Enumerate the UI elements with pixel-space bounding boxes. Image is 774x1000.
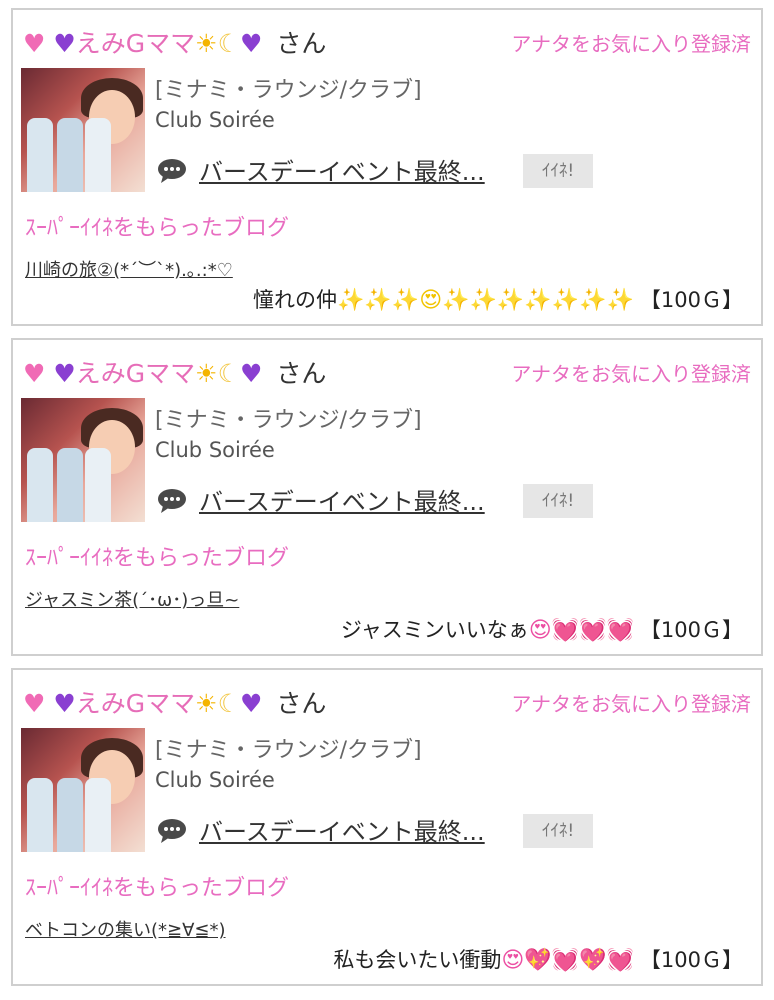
price-tag: 【100Ｇ】 <box>639 288 743 312</box>
iine-button[interactable]: ｲｲﾈ! <box>523 814 593 848</box>
price-tag: 【100Ｇ】 <box>639 948 743 972</box>
pink-heart-icon: ♥ <box>23 359 46 388</box>
speech-bubble-icon <box>158 819 186 843</box>
purple-heart-icon: ♥ <box>53 359 76 388</box>
card-header: ♥ ♥えみGママ☀☾♥ さん アナタをお気に入り登録済 <box>23 350 751 390</box>
user-nickname[interactable]: ♥ ♥えみGママ☀☾♥ さん <box>23 354 326 390</box>
honorific: さん <box>276 29 327 58</box>
comment-text: ジャスミンいいなぁ <box>340 618 529 642</box>
comment-emojis: 😍💖💓💖💓 <box>501 948 634 973</box>
comment-text: 私も会いたい衝動 <box>333 948 502 972</box>
club-name[interactable]: Club Soirée <box>155 108 275 132</box>
profile-photo[interactable] <box>21 398 145 522</box>
crescent-moon-icon: ☾ <box>217 359 241 388</box>
purple-heart-icon: ♥ <box>240 29 263 58</box>
notification-card: ♥ ♥えみGママ☀☾♥ さん アナタをお気に入り登録済 [ミナミ・ラウンジ/クラ… <box>11 8 763 326</box>
crescent-moon-icon: ☾ <box>217 29 241 58</box>
super-iine-label: ｽｰﾊﾟｰｲｲﾈをもらったブログ <box>25 876 290 901</box>
speech-bubble-icon <box>158 489 186 513</box>
crescent-moon-icon: ☾ <box>217 689 241 718</box>
event-link[interactable]: バースデーイベント最終... <box>199 152 485 187</box>
honorific: さん <box>276 689 327 718</box>
comment: 私も会いたい衝動😍💖💓💖💓 【100Ｇ】 <box>333 944 743 974</box>
honorific: さん <box>276 359 327 388</box>
shop-category: [ミナミ・ラウンジ/クラブ] <box>155 408 422 433</box>
iine-button[interactable]: ｲｲﾈ! <box>523 484 593 518</box>
sun-icon: ☀ <box>195 359 218 388</box>
nickname-text: えみGママ <box>75 689 196 718</box>
comment: 憧れの仲✨✨✨😍✨✨✨✨✨✨✨ 【100Ｇ】 <box>253 284 743 314</box>
notification-card: ♥ ♥えみGママ☀☾♥ さん アナタをお気に入り登録済 [ミナミ・ラウンジ/クラ… <box>11 338 763 656</box>
user-nickname[interactable]: ♥ ♥えみGママ☀☾♥ さん <box>23 684 326 720</box>
card-header: ♥ ♥えみGママ☀☾♥ さん アナタをお気に入り登録済 <box>23 20 751 60</box>
nickname-text: えみGママ <box>75 29 196 58</box>
notification-card: ♥ ♥えみGママ☀☾♥ さん アナタをお気に入り登録済 [ミナミ・ラウンジ/クラ… <box>11 668 763 986</box>
purple-heart-icon: ♥ <box>53 29 76 58</box>
blog-title-link[interactable]: 川崎の旅②(*´︶`*).｡.:*♡ <box>25 256 233 282</box>
profile-photo[interactable] <box>21 68 145 192</box>
comment: ジャスミンいいなぁ😍💓💓💓 【100Ｇ】 <box>341 614 743 644</box>
profile-photo[interactable] <box>21 728 145 852</box>
purple-heart-icon: ♥ <box>240 359 263 388</box>
favorite-status: アナタをお気に入り登録済 <box>511 362 751 386</box>
sun-icon: ☀ <box>195 689 218 718</box>
purple-heart-icon: ♥ <box>53 689 76 718</box>
purple-heart-icon: ♥ <box>240 689 263 718</box>
event-link[interactable]: バースデーイベント最終... <box>199 812 485 847</box>
nickname-text: えみGママ <box>75 359 196 388</box>
comment-emojis: ✨✨✨😍✨✨✨✨✨✨✨ <box>337 288 634 313</box>
iine-button[interactable]: ｲｲﾈ! <box>523 154 593 188</box>
speech-bubble-icon <box>158 159 186 183</box>
favorite-status: アナタをお気に入り登録済 <box>511 32 751 56</box>
comment-emojis: 😍💓💓💓 <box>528 618 634 643</box>
pink-heart-icon: ♥ <box>23 689 46 718</box>
club-name[interactable]: Club Soirée <box>155 768 275 792</box>
blog-title-link[interactable]: ベトコンの集い(*≧∀≦*) <box>25 916 226 942</box>
shop-category: [ミナミ・ラウンジ/クラブ] <box>155 78 422 103</box>
favorite-status: アナタをお気に入り登録済 <box>511 692 751 716</box>
pink-heart-icon: ♥ <box>23 29 46 58</box>
blog-title-link[interactable]: ジャスミン茶(´･ω･)っ旦~ <box>25 586 239 612</box>
price-tag: 【100Ｇ】 <box>639 618 743 642</box>
card-header: ♥ ♥えみGママ☀☾♥ さん アナタをお気に入り登録済 <box>23 680 751 720</box>
super-iine-label: ｽｰﾊﾟｰｲｲﾈをもらったブログ <box>25 546 290 571</box>
user-nickname[interactable]: ♥ ♥えみGママ☀☾♥ さん <box>23 24 326 60</box>
sun-icon: ☀ <box>195 29 218 58</box>
club-name[interactable]: Club Soirée <box>155 438 275 462</box>
event-link[interactable]: バースデーイベント最終... <box>199 482 485 517</box>
shop-category: [ミナミ・ラウンジ/クラブ] <box>155 738 422 763</box>
super-iine-label: ｽｰﾊﾟｰｲｲﾈをもらったブログ <box>25 216 290 241</box>
comment-text: 憧れの仲 <box>253 288 338 312</box>
